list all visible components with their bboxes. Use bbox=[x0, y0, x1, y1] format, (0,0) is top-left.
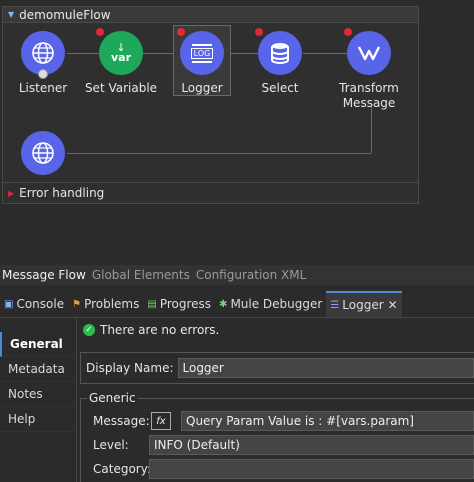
tab-label: Console bbox=[16, 297, 65, 311]
nav-metadata[interactable]: Metadata bbox=[0, 357, 74, 382]
fx-expression-button[interactable]: fx bbox=[151, 412, 171, 430]
tab-label: Problems bbox=[84, 297, 140, 311]
log-icon-text: LOG bbox=[190, 47, 214, 59]
check-icon: ✓ bbox=[83, 324, 95, 336]
tab-label: Progress bbox=[159, 297, 212, 311]
tab-label: Logger bbox=[342, 298, 384, 312]
node-label: Set Variable bbox=[84, 81, 158, 95]
flow-container[interactable]: ▼ demomuleFlow Listener ↓ var Set Variab… bbox=[2, 6, 419, 204]
generic-group: Generic Message: fx Query Param Value is… bbox=[80, 391, 474, 482]
breakpoint-dot bbox=[96, 28, 104, 36]
connector-line bbox=[371, 107, 372, 153]
category-row: Category: bbox=[93, 459, 474, 479]
side-nav: General Metadata Notes Help bbox=[0, 332, 74, 432]
listener-globe-icon[interactable] bbox=[21, 31, 65, 79]
display-name-label: Display Name: bbox=[86, 361, 174, 375]
tab-mule-debugger[interactable]: ✱ Mule Debugger bbox=[215, 291, 326, 317]
node-label: Logger bbox=[181, 81, 223, 95]
tab-message-flow[interactable]: Message Flow bbox=[0, 268, 88, 282]
node-label: Transform Message bbox=[339, 81, 399, 110]
nav-general[interactable]: General bbox=[0, 332, 74, 357]
tab-label: Mule Debugger bbox=[230, 297, 323, 311]
node-label: Listener bbox=[18, 81, 68, 95]
level-row: Level: INFO (Default) bbox=[93, 435, 474, 455]
transform-icon[interactable] bbox=[344, 28, 391, 75]
generic-legend: Generic bbox=[87, 391, 138, 405]
nav-notes[interactable]: Notes bbox=[0, 382, 74, 407]
node-logger[interactable]: LOG Logger bbox=[162, 28, 242, 96]
node-transform-message[interactable]: Transform Message bbox=[329, 28, 409, 111]
tab-problems[interactable]: ⚑ Problems bbox=[68, 291, 143, 317]
logger-icon[interactable]: LOG bbox=[177, 28, 224, 75]
close-icon[interactable]: ✕ bbox=[388, 298, 398, 312]
message-input[interactable]: Query Param Value is : #[vars.param] bbox=[181, 411, 474, 431]
status-message: ✓ There are no errors. bbox=[83, 323, 219, 337]
level-select[interactable]: INFO (Default) bbox=[149, 435, 474, 455]
nav-help[interactable]: Help bbox=[0, 407, 74, 432]
debugger-bug-icon: ✱ bbox=[219, 298, 228, 310]
flow-name: demomuleFlow bbox=[19, 7, 111, 22]
view-tabs: Message Flow Global Elements Configurati… bbox=[0, 265, 474, 285]
set-variable-icon[interactable]: ↓ var bbox=[96, 28, 143, 75]
expand-triangle-icon[interactable]: ▶ bbox=[8, 189, 14, 198]
status-text: There are no errors. bbox=[100, 323, 220, 337]
tab-console[interactable]: ▣ Console bbox=[0, 291, 68, 317]
tab-logger[interactable]: ☰ Logger ✕ bbox=[326, 291, 402, 317]
error-handling-label: Error handling bbox=[19, 186, 105, 200]
properties-content: ✓ There are no errors. Display Name: Log… bbox=[76, 318, 474, 482]
database-icon[interactable] bbox=[255, 28, 302, 75]
message-label: Message: bbox=[93, 414, 150, 428]
logger-tab-icon: ☰ bbox=[330, 299, 340, 311]
category-label: Category: bbox=[93, 462, 151, 476]
node-listener[interactable]: Listener bbox=[3, 31, 83, 96]
display-name-input[interactable]: Logger bbox=[177, 358, 474, 378]
connector-line bbox=[67, 153, 371, 154]
breakpoint-dot bbox=[255, 28, 263, 36]
collapse-triangle-icon[interactable]: ▼ bbox=[8, 10, 14, 19]
flow-header[interactable]: ▼ demomuleFlow bbox=[3, 7, 418, 23]
message-row: Message: fx Query Param Value is : #[var… bbox=[93, 411, 474, 431]
node-set-variable[interactable]: ↓ var Set Variable bbox=[81, 28, 161, 96]
display-name-row: Display Name: Logger bbox=[80, 352, 474, 384]
source-badge-icon bbox=[38, 69, 48, 79]
error-handling-row[interactable]: ▶ Error handling bbox=[3, 182, 418, 203]
node-label: Select bbox=[261, 81, 299, 95]
flow-canvas: ▼ demomuleFlow Listener ↓ var Set Variab… bbox=[0, 0, 474, 262]
breakpoint-dot bbox=[344, 28, 352, 36]
level-label: Level: bbox=[93, 438, 129, 452]
progress-icon: ▤ bbox=[147, 298, 157, 310]
console-icon: ▣ bbox=[4, 298, 14, 310]
breakpoint-dot bbox=[177, 28, 185, 36]
tab-progress[interactable]: ▤ Progress bbox=[143, 291, 215, 317]
var-icon-text: var bbox=[110, 51, 132, 64]
panel-tabs: ▣ Console ⚑ Problems ▤ Progress ✱ Mule D… bbox=[0, 291, 474, 318]
category-input[interactable] bbox=[149, 459, 474, 479]
properties-panel: General Metadata Notes Help ✓ There are … bbox=[0, 318, 474, 482]
tab-global-elements[interactable]: Global Elements bbox=[90, 268, 192, 282]
node-listener-response[interactable] bbox=[3, 131, 83, 175]
tab-configuration-xml[interactable]: Configuration XML bbox=[194, 268, 308, 282]
response-globe-icon[interactable] bbox=[21, 131, 65, 175]
node-select[interactable]: Select bbox=[240, 28, 320, 96]
problems-icon: ⚑ bbox=[72, 298, 82, 310]
